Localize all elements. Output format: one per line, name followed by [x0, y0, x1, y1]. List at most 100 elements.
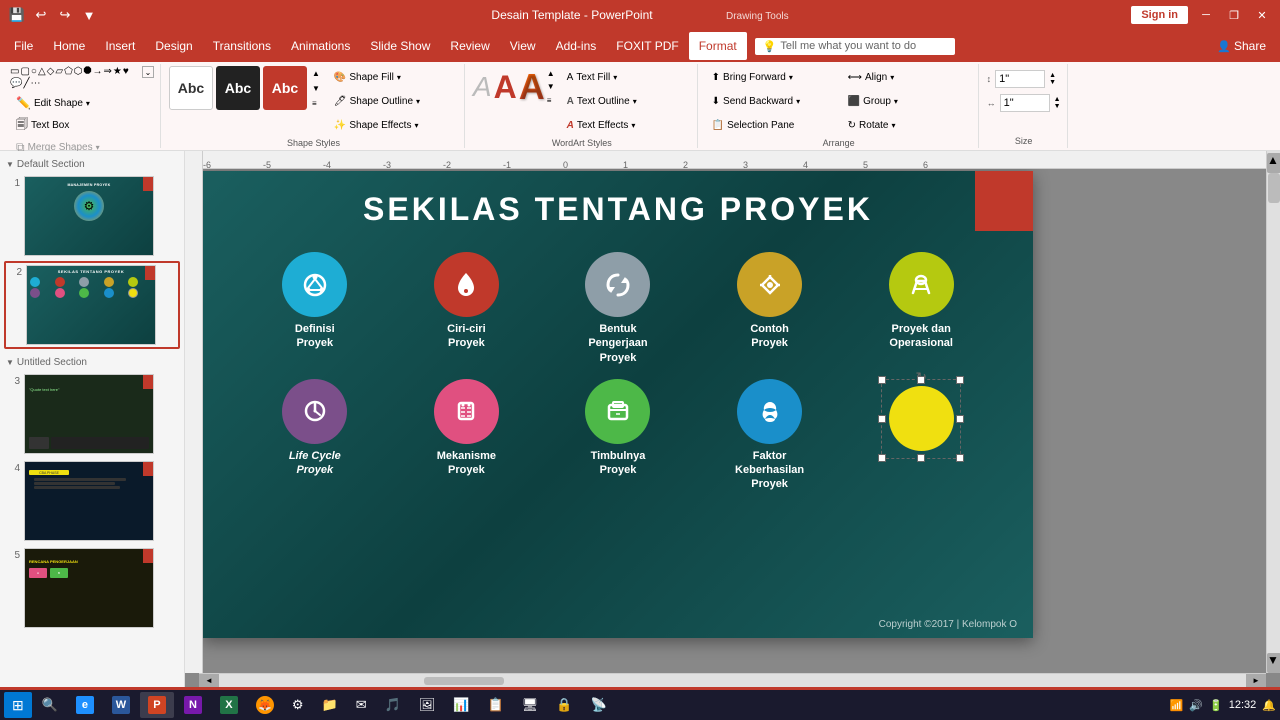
shape-oct[interactable]: ⯃: [84, 66, 92, 77]
task-firefox[interactable]: 🦊: [248, 692, 282, 718]
wa-expand[interactable]: ≡: [547, 96, 555, 105]
handle-br[interactable]: [956, 454, 964, 462]
tell-me-bar[interactable]: 💡 Tell me what you want to do: [755, 38, 955, 55]
task-ie[interactable]: e: [68, 692, 102, 718]
wordart-a3[interactable]: A: [519, 66, 545, 108]
share-button[interactable]: 👤 Share: [1207, 32, 1276, 60]
slide-item-3[interactable]: 3 "Quote text here": [4, 372, 180, 456]
redo-icon[interactable]: ↪: [56, 6, 74, 24]
menu-format[interactable]: Format: [689, 32, 747, 60]
shape-rounded[interactable]: ▢: [20, 66, 29, 77]
slide-item-4[interactable]: 4 CBA PHASE: [4, 459, 180, 543]
menu-transitions[interactable]: Transitions: [203, 32, 281, 60]
icon-contoh[interactable]: ContohProyek: [698, 252, 842, 365]
menu-file[interactable]: File: [4, 32, 43, 60]
task-powerpoint[interactable]: P: [140, 692, 174, 718]
menu-review[interactable]: Review: [440, 32, 499, 60]
shape-tri[interactable]: △: [38, 66, 46, 77]
icon-proyek-ops[interactable]: Proyek danOperasional: [849, 252, 993, 365]
restore-button[interactable]: ❐: [1224, 5, 1244, 25]
handle-tl[interactable]: [878, 376, 886, 384]
insert-shapes-expand[interactable]: ⌄: [142, 66, 154, 78]
h-scroll-thumb[interactable]: [424, 677, 504, 685]
menu-addins[interactable]: Add-ins: [546, 32, 607, 60]
handle-bl[interactable]: [878, 454, 886, 462]
wordart-a1[interactable]: A: [473, 71, 492, 103]
width-down[interactable]: ▼: [1054, 103, 1061, 110]
handle-ml[interactable]: [878, 415, 886, 423]
tray-wifi[interactable]: 📶: [1170, 699, 1184, 712]
menu-insert[interactable]: Insert: [95, 32, 145, 60]
close-button[interactable]: ✕: [1252, 5, 1272, 25]
send-backward-button[interactable]: ⬇ Send Backward ▾: [706, 90, 836, 112]
handle-mr[interactable]: [956, 415, 964, 423]
styles-expand[interactable]: ≡: [310, 98, 322, 109]
clock[interactable]: 12:32: [1229, 699, 1257, 711]
task-onenote[interactable]: N: [176, 692, 210, 718]
v-scroll-up[interactable]: ▲: [1267, 153, 1280, 173]
shape-trap[interactable]: ⬠: [64, 66, 73, 77]
shape-outline-button[interactable]: 🖊 Shape Outline ▾: [328, 90, 458, 112]
vertical-scrollbar[interactable]: ▲ ▼: [1266, 151, 1280, 673]
shape-rect[interactable]: ▭: [10, 66, 19, 77]
icon-selected[interactable]: ↻: [849, 379, 993, 492]
edit-shape-button[interactable]: ✏️ Edit Shape ▾: [10, 92, 140, 114]
v-scroll-thumb[interactable]: [1268, 173, 1280, 203]
width-input[interactable]: [1000, 94, 1050, 112]
selection-pane-button[interactable]: 📋 Selection Pane: [706, 114, 836, 136]
menu-design[interactable]: Design: [145, 32, 202, 60]
shape-more[interactable]: ⋯: [30, 78, 40, 89]
menu-home[interactable]: Home: [43, 32, 95, 60]
shape-para[interactable]: ▱: [55, 66, 63, 77]
rotate-button[interactable]: ↻ Rotate ▾: [842, 114, 972, 136]
task-excel[interactable]: X: [212, 692, 246, 718]
save-icon[interactable]: 💾: [8, 6, 26, 24]
undo-icon[interactable]: ↩: [32, 6, 50, 24]
wa-scroll-up[interactable]: ▲: [547, 69, 555, 78]
group-button[interactable]: ⬛ Group ▾: [842, 90, 972, 112]
section-untitled[interactable]: ▼ Untitled Section: [4, 353, 180, 372]
menu-animations[interactable]: Animations: [281, 32, 360, 60]
start-button[interactable]: ⊞: [4, 692, 32, 718]
shape-style-1[interactable]: Abc: [169, 66, 213, 110]
section-default[interactable]: ▼ Default Section: [4, 155, 180, 174]
handle-tm[interactable]: [917, 376, 925, 384]
shape-arrow[interactable]: →: [93, 66, 103, 77]
h-scroll-right[interactable]: ►: [1246, 674, 1266, 688]
height-input[interactable]: [995, 70, 1045, 88]
task-word[interactable]: W: [104, 692, 138, 718]
icon-faktor[interactable]: FaktorKeberhasilanProyek: [698, 379, 842, 492]
shape-circle[interactable]: ○: [31, 66, 37, 77]
customize-icon[interactable]: ▼: [80, 6, 98, 24]
slide-title[interactable]: SEKILAS TENTANG PROYEK: [203, 171, 1033, 238]
menu-slideshow[interactable]: Slide Show: [360, 32, 440, 60]
task-folder[interactable]: 📁: [314, 692, 346, 718]
shape-call[interactable]: 💬: [10, 78, 22, 89]
menu-foxitpdf[interactable]: FOXIT PDF: [606, 32, 688, 60]
sign-in-button[interactable]: Sign in: [1131, 6, 1188, 24]
search-taskbar[interactable]: 🔍: [34, 692, 66, 718]
task-extra1[interactable]: 🔒: [548, 692, 580, 718]
slide-item-1[interactable]: 1 MANAJEMEN PROYEK ⚙: [4, 174, 180, 258]
styles-scroll-down[interactable]: ▼: [310, 83, 322, 94]
task-clipboard[interactable]: 📋: [480, 692, 512, 718]
slide-item-2[interactable]: 2 SEKILAS TENTANG PROYEK: [4, 261, 180, 349]
shape-style-3[interactable]: Abc: [263, 66, 307, 110]
shape-heart[interactable]: ♥: [123, 66, 129, 77]
minimize-button[interactable]: ─: [1196, 5, 1216, 25]
text-box-button[interactable]: 🗐 Text Box: [10, 114, 140, 136]
task-mail[interactable]: ✉: [348, 692, 375, 718]
tray-volume[interactable]: 🔊: [1189, 699, 1203, 712]
height-down[interactable]: ▼: [1049, 79, 1056, 86]
bring-forward-button[interactable]: ⬆ Bring Forward ▾: [706, 66, 836, 88]
task-photos[interactable]: 🖼: [411, 692, 444, 718]
task-display[interactable]: 🖥: [514, 692, 547, 718]
text-effects-button[interactable]: A Text Effects ▾: [561, 114, 691, 136]
handle-bm[interactable]: [917, 454, 925, 462]
slide-item-5[interactable]: 5 RENCANA PENGERJAAN A B: [4, 546, 180, 630]
shape-fill-button[interactable]: 🎨 Shape Fill ▾: [328, 66, 458, 88]
shape-diamond[interactable]: ◇: [47, 66, 55, 77]
icon-timbulnya[interactable]: TimbulnyaProyek: [546, 379, 690, 492]
wa-scroll-down[interactable]: ▼: [547, 82, 555, 91]
icon-ciriciri[interactable]: Ciri-ciriProyek: [395, 252, 539, 365]
